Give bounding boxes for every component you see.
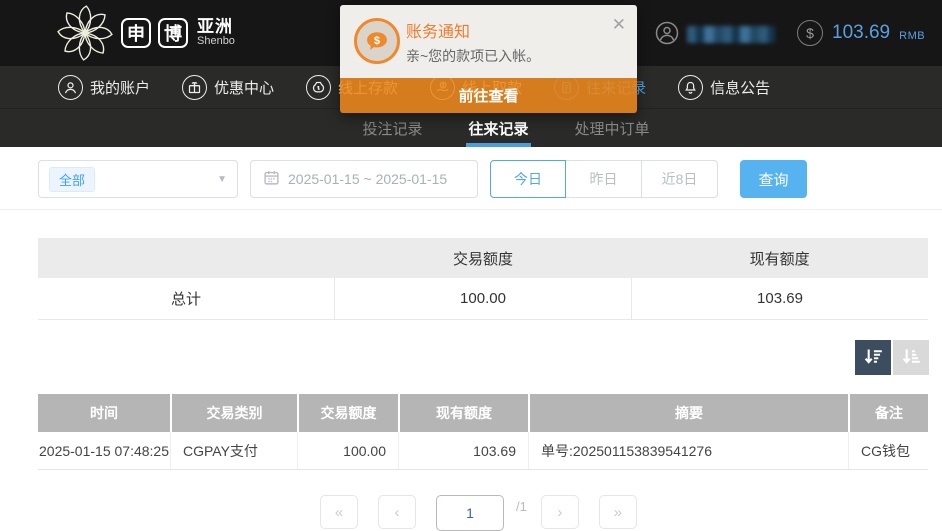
sort-asc-icon [901, 346, 922, 370]
balance-amount: 103.69 [832, 22, 890, 44]
nav-item-promotions[interactable]: 优惠中心 [182, 75, 274, 100]
nav-item-my-account[interactable]: 我的账户 [58, 75, 150, 100]
logo-char-bo: 博 [158, 18, 188, 48]
svg-text:$: $ [374, 35, 380, 47]
record-tabs: 投注记录 往来记录 处理中订单 [0, 108, 942, 147]
summary-header-balance: 现有额度 [631, 238, 928, 278]
yesterday-button[interactable]: 昨日 [566, 160, 642, 198]
calendar-icon [263, 169, 280, 189]
next-page-button[interactable]: › [541, 495, 579, 529]
page-number-input[interactable] [436, 495, 504, 531]
nav-label: 优惠中心 [214, 77, 274, 98]
flower-logo-icon [56, 4, 114, 62]
summary-header-amount: 交易额度 [335, 238, 632, 278]
bell-icon [678, 75, 703, 100]
nav-label: 信息公告 [710, 77, 770, 98]
logo-name-en: Shenbo [197, 36, 235, 48]
pagination: « ‹ /1 › » [320, 495, 637, 531]
tab-pending-orders[interactable]: 处理中订单 [575, 109, 650, 147]
username-blurred [687, 26, 775, 43]
nav-label: 我的账户 [90, 77, 150, 98]
cell-summary: 单号:202501153839541276 [528, 432, 848, 469]
close-icon[interactable]: ✕ [612, 15, 626, 35]
summary-total-row: 总计 100.00 103.69 [38, 278, 928, 320]
today-button[interactable]: 今日 [490, 160, 566, 198]
person-icon [58, 75, 83, 100]
notification-message: 亲~您的款项已入帐。 [406, 46, 540, 66]
date-range-picker[interactable]: 2025-01-15 ~ 2025-01-15 [250, 160, 478, 198]
brand-logo[interactable]: 申 博 亚洲 Shenbo [56, 4, 235, 62]
tab-betting-records[interactable]: 投注记录 [362, 109, 422, 147]
query-button[interactable]: 查询 [740, 160, 807, 198]
sort-controls [855, 340, 929, 375]
quick-date-group: 今日 昨日 近8日 [490, 160, 718, 198]
logo-char-shen: 申 [121, 18, 151, 48]
col-header-time: 时间 [38, 394, 170, 432]
nav-item-announcements[interactable]: 信息公告 [678, 75, 770, 100]
type-select[interactable]: 全部 ▼ [38, 160, 238, 198]
col-header-amount: 交易额度 [297, 394, 398, 432]
col-header-remark: 备注 [848, 394, 928, 432]
account-notification-popup: $ 账务通知 亲~您的款项已入帐。 ✕ 前往查看 [340, 5, 637, 113]
type-selected-tag: 全部 [49, 167, 95, 192]
dollar-coin-icon: $ [797, 20, 823, 46]
prev-page-button[interactable]: ‹ [378, 495, 416, 529]
user-account-chip[interactable] [655, 21, 775, 48]
records-table: 时间 交易类别 交易额度 现有额度 摘要 备注 2025-01-15 07:48… [38, 394, 928, 470]
logo-region: 亚洲 [197, 18, 235, 36]
date-range-value: 2025-01-15 ~ 2025-01-15 [288, 171, 447, 187]
cell-type: CGPAY支付 [170, 432, 297, 469]
summary-table: 交易额度 现有额度 总计 100.00 103.69 [38, 238, 928, 320]
notification-title: 账务通知 [406, 18, 470, 42]
sort-desc-icon [863, 346, 884, 370]
col-header-type: 交易类别 [170, 394, 297, 432]
table-row: 2025-01-15 07:48:25 CGPAY支付 100.00 103.6… [38, 432, 928, 470]
cell-amount: 100.00 [297, 432, 398, 469]
tab-transaction-records[interactable]: 往来记录 [468, 109, 528, 147]
sort-ascending-button[interactable] [893, 340, 929, 375]
cell-remark: CG钱包 [848, 432, 928, 469]
col-header-balance: 现有额度 [398, 394, 528, 432]
money-bag-icon [306, 75, 331, 100]
first-page-button[interactable]: « [320, 495, 358, 529]
summary-header-row: 交易额度 现有额度 [38, 238, 928, 278]
balance-display: $ 103.69 RMB [797, 20, 925, 46]
gift-icon [182, 75, 207, 100]
summary-header-empty [38, 238, 335, 278]
last8days-button[interactable]: 近8日 [642, 160, 718, 198]
user-icon [655, 21, 679, 48]
summary-total-balance: 103.69 [631, 278, 928, 319]
page-total-label: /1 [516, 499, 527, 514]
summary-total-label: 总计 [38, 278, 334, 319]
sort-descending-button[interactable] [855, 340, 891, 375]
notification-body: $ 账务通知 亲~您的款项已入帐。 ✕ [340, 5, 637, 78]
records-header-row: 时间 交易类别 交易额度 现有额度 摘要 备注 [38, 394, 928, 432]
cell-time: 2025-01-15 07:48:25 [38, 432, 170, 469]
cell-balance: 103.69 [398, 432, 528, 469]
go-view-button[interactable]: 前往查看 [340, 78, 637, 113]
filter-divider [0, 209, 942, 210]
balance-currency: RMB [899, 30, 925, 42]
chevron-down-icon: ▼ [217, 174, 227, 185]
col-header-summary: 摘要 [528, 394, 848, 432]
last-page-button[interactable]: » [599, 495, 637, 529]
money-message-icon: $ [354, 18, 400, 64]
summary-total-amount: 100.00 [334, 278, 631, 319]
